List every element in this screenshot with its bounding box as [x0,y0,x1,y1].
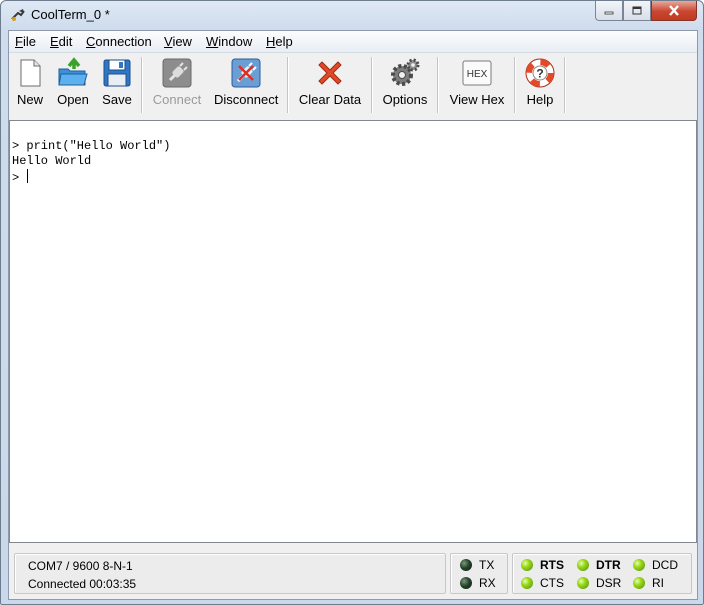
clear-data-button[interactable]: Clear Data [298,57,362,113]
dsr-led-icon [577,577,589,589]
svg-text:HEX: HEX [467,69,488,80]
connection-info-panel: COM7 / 9600 8-N-1 Connected 00:03:35 [14,553,446,594]
menu-help[interactable]: Help [266,34,293,49]
rx-label: RX [479,576,496,590]
app-window: CoolTerm_0 * File Edit Connection View W… [0,0,704,605]
rx-led-icon [460,577,472,589]
menu-window[interactable]: Window [206,34,252,49]
minimize-icon [604,11,614,14]
tx-rx-panel: TX RX [450,553,508,594]
close-button[interactable] [651,1,697,21]
terminal-line: Hello World [12,154,92,168]
coolterm-app-icon [11,9,25,21]
terminal-line: > [12,169,29,185]
options-gear-icon [391,58,420,86]
title-bar[interactable]: CoolTerm_0 * [1,1,703,29]
menu-edit[interactable]: Edit [50,34,72,49]
ri-led-icon [633,577,645,589]
help-lifebuoy-icon: ? [525,58,555,88]
ri-label: RI [652,576,664,590]
dtr-label: DTR [596,558,621,572]
save-button[interactable]: Save [101,57,133,113]
dcd-led-icon [633,559,645,571]
maximize-button[interactable] [623,1,651,21]
terminal-line: > print("Hello World") [12,139,171,153]
minimize-button[interactable] [595,1,623,21]
line-status-panel: RTS CTS DTR DSR DCD RI [512,553,692,594]
help-button[interactable]: ? Help [524,57,556,113]
open-button[interactable]: Open [55,57,91,113]
clear-x-icon [318,61,342,85]
window-title: CoolTerm_0 * [31,7,110,22]
dcd-label: DCD [652,558,678,572]
rts-led-icon[interactable] [521,559,533,571]
hex-icon: HEX [462,60,492,86]
tx-led-icon [460,559,472,571]
save-disk-icon [103,59,131,87]
client-area: File Edit Connection View Window Help Ne… [8,30,698,600]
toolbar: New Open Save Connect Disconnect Clear D… [9,53,697,119]
dtr-led-icon[interactable] [577,559,589,571]
text-caret [27,169,29,183]
open-folder-icon [58,57,88,86]
menu-file[interactable]: File [15,34,36,49]
cts-led-icon [521,577,533,589]
rts-label: RTS [540,558,564,572]
status-bar: COM7 / 9600 8-N-1 Connected 00:03:35 TX … [9,545,697,599]
port-settings: COM7 / 9600 8-N-1 [28,559,133,573]
maximize-icon [632,6,642,15]
menu-bar: File Edit Connection View Window Help [9,31,697,53]
menu-view[interactable]: View [164,34,192,49]
close-icon [669,5,679,16]
connection-status: Connected 00:03:35 [28,577,137,591]
new-button[interactable]: New [14,57,46,113]
new-document-icon [20,59,41,87]
dsr-label: DSR [596,576,622,590]
disconnect-plug-icon [231,58,261,88]
menu-connection[interactable]: Connection [86,34,152,49]
terminal-output[interactable]: > print("Hello World") Hello World > [9,120,697,543]
svg-text:?: ? [536,67,543,81]
connect-plug-icon [162,58,192,88]
tx-label: TX [479,558,495,572]
cts-label: CTS [540,576,564,590]
connect-button[interactable]: Connect [151,57,203,113]
disconnect-button[interactable]: Disconnect [214,57,278,113]
view-hex-button[interactable]: HEX View Hex [447,57,507,113]
options-button[interactable]: Options [381,57,429,113]
